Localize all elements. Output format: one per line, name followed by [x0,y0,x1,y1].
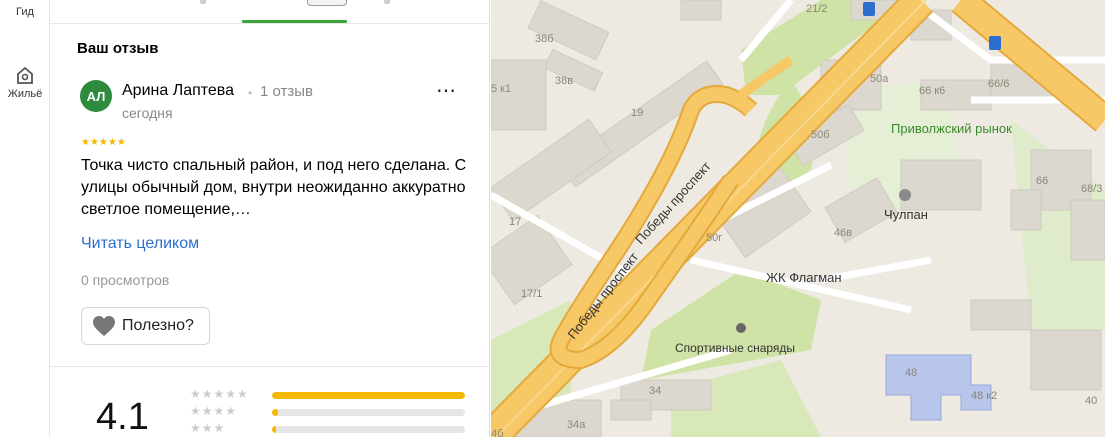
review-panel: Ваш отзыв АЛ Арина Лаптева • 1 отзыв сег… [50,0,490,437]
map-label-b68-3: 68/3 [1081,183,1102,195]
map-label-b50b: 50б [811,129,830,141]
map-label-b38v: 38в [555,75,573,87]
map-label-b50a: 50а [870,73,889,85]
map-label-b46v: 46в [834,227,852,239]
rating-bar-fill [272,392,465,399]
divider [50,366,489,367]
separator-dot: • [248,86,253,100]
rating-value: 4.1 [96,396,149,437]
rating-row-stars: ★★★★★ [190,387,249,401]
author-name[interactable]: Арина Лаптева [122,82,234,100]
map-label-b21-2: 21/2 [806,3,827,15]
rating-bar [272,426,465,433]
rating-bar [272,409,465,416]
map-label-b4b: 4б [491,428,503,437]
map-label-b48k2: 48 к2 [971,390,997,402]
map-label-b38b: 38б [535,33,554,45]
map-label-b66k6: 66 к6 [919,85,945,97]
rating-row-stars: ★★★ [190,421,226,435]
map-label-b34: 34 [649,385,661,397]
map-canvas[interactable]: 38б 38в 5 к1 19 17 17/1 21/2 50а 66 к6 6… [491,0,1105,437]
rating-bar-fill [272,426,276,433]
map-label-b66-6: 66/6 [988,78,1009,90]
avatar[interactable]: АЛ [80,80,112,112]
map-label-market: Приволжский рынок [891,121,1012,136]
rail-item-guide-label: Гид [16,6,34,18]
map-label-b66: 66 [1036,175,1048,187]
rating-bar [272,392,465,399]
left-rail: Гид Жильё [0,0,50,437]
rail-item-housing[interactable]: Жильё [0,64,50,100]
useful-button-label: Полезно? [122,317,194,334]
review-text: Точка чисто спальный район, и под него с… [81,157,467,218]
review-date: сегодня [122,105,173,121]
map-label-b50g: 50г [706,232,722,244]
map-label-b48: 48 [905,367,917,379]
map-view[interactable]: 38б 38в 5 к1 19 17 17/1 21/2 50а 66 к6 6… [491,0,1105,437]
map-label-flagman: ЖК Флагман [766,270,842,285]
views-count: 0 просмотров [81,272,170,288]
rating-row-4: ★★★★ [190,404,470,419]
map-label-b40: 40 [1085,395,1097,407]
rating-bar-fill [272,409,278,416]
map-label-b5k1: 5 к1 [491,83,511,95]
rail-item-guide[interactable]: Гид [0,0,50,18]
useful-button[interactable]: Полезно? [81,307,210,345]
section-title: Ваш отзыв [77,40,159,57]
map-label-b17: 17 [509,216,521,228]
housing-icon [17,66,33,84]
chulpan-pin-icon [899,189,911,201]
rating-row-5: ★★★★★ [190,387,470,402]
read-more-link[interactable]: Читать целиком [81,235,199,253]
map-label-sport: Спортивные снаряды [675,341,795,355]
tab-reviews-counter[interactable] [307,0,347,6]
tab-reviews-prev[interactable] [200,0,206,4]
map-label-b34a: 34а [567,419,586,431]
rail-item-housing-label: Жильё [7,88,43,100]
sport-equipment-icon [736,323,746,333]
map-label-b19: 19 [631,107,643,119]
heart-icon [93,316,115,336]
review-rating-stars: ★★★★★ [81,137,126,148]
rating-row-3: ★★★ [190,421,470,436]
rating-row-stars: ★★★★ [190,404,238,418]
map-label-chulpan: Чулпан [884,207,928,222]
more-menu-icon[interactable]: ⋯ [436,81,457,101]
guide-icon [14,0,36,4]
tab-active-indicator [242,20,347,23]
author-reviews-count: 1 отзыв [260,83,314,100]
map-label-b17-1: 17/1 [521,288,542,300]
tab-next[interactable] [384,0,390,4]
tab-bar [50,0,489,24]
